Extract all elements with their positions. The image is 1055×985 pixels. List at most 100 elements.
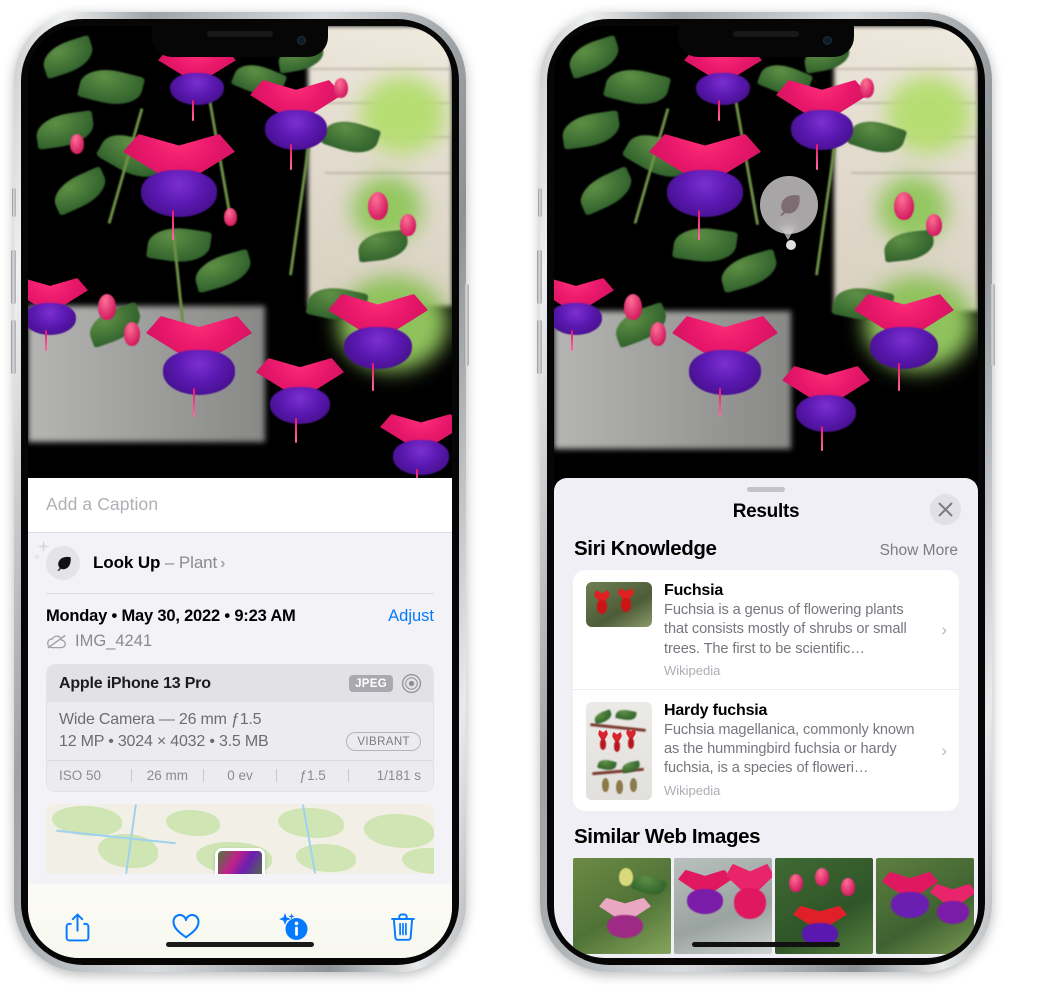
sparkle-icon bbox=[37, 540, 50, 553]
right-phone-device: Results Siri Knowledge Show More Fuchsia… bbox=[537, 12, 995, 972]
lens-info: Wide Camera — 26 mm ƒ1.5 bbox=[59, 711, 262, 728]
file-size-info: 12 MP • 3024 × 4032 • 3.5 MB bbox=[59, 732, 269, 750]
look-up-anchor-dot bbox=[786, 240, 796, 250]
leaf-icon bbox=[779, 195, 800, 216]
exif-row: ISO 50 26 mm 0 ev ƒ1.5 1/181 s bbox=[47, 760, 433, 791]
web-image-3[interactable] bbox=[775, 857, 873, 954]
visual-look-up-badge[interactable] bbox=[760, 176, 818, 234]
siri-knowledge-title: Siri Knowledge bbox=[574, 537, 717, 560]
front-camera-icon bbox=[297, 36, 306, 45]
web-image-2[interactable] bbox=[674, 857, 772, 954]
look-up-icon-wrap bbox=[33, 540, 80, 580]
exif-aperture: ƒ1.5 bbox=[299, 768, 326, 783]
similar-web-images-strip[interactable] bbox=[554, 857, 978, 954]
photo-fuchsia-flowers[interactable] bbox=[554, 26, 978, 486]
chevron-right-icon: › bbox=[941, 740, 947, 760]
metadata-body: Wide Camera — 26 mm ƒ1.5 12 MP • 3024 × … bbox=[47, 702, 433, 760]
share-button[interactable] bbox=[54, 907, 100, 947]
look-up-row[interactable]: Look Up – Plant › bbox=[28, 533, 452, 593]
volume-up-button[interactable] bbox=[537, 250, 542, 304]
mute-switch[interactable] bbox=[538, 188, 542, 217]
knowledge-card[interactable]: Fuchsia Fuchsia is a genus of flowering … bbox=[573, 570, 959, 689]
camera-aperture-icon bbox=[401, 673, 422, 694]
front-camera-icon bbox=[823, 36, 832, 45]
notch bbox=[678, 26, 854, 57]
knowledge-card-description: Fuchsia magellanica, commonly known as t… bbox=[664, 721, 915, 777]
close-button[interactable] bbox=[930, 494, 961, 525]
knowledge-card-title: Fuchsia bbox=[664, 582, 724, 599]
similar-web-images-header: Similar Web Images bbox=[554, 811, 978, 858]
knowledge-card-description: Fuchsia is a genus of flowering plants t… bbox=[664, 602, 907, 657]
earpiece-speaker bbox=[207, 31, 273, 37]
caption-input[interactable]: Add a Caption bbox=[46, 494, 434, 515]
info-button[interactable] bbox=[271, 907, 317, 947]
adjust-button[interactable]: Adjust bbox=[388, 607, 434, 626]
look-up-subject: Plant bbox=[178, 553, 218, 572]
photo-fuchsia-flowers[interactable] bbox=[28, 26, 452, 478]
volume-up-button[interactable] bbox=[11, 250, 16, 304]
home-indicator[interactable] bbox=[166, 942, 314, 947]
siri-knowledge-cards: Fuchsia Fuchsia is a genus of flowering … bbox=[573, 570, 959, 811]
knowledge-card-title: Hardy fuchsia bbox=[664, 701, 768, 719]
chevron-right-icon: › bbox=[941, 619, 947, 639]
photo-filename: IMG_4241 bbox=[75, 632, 153, 650]
right-phone-screen: Results Siri Knowledge Show More Fuchsia… bbox=[554, 26, 978, 958]
siri-knowledge-header: Siri Knowledge Show More bbox=[554, 537, 978, 570]
close-icon bbox=[938, 502, 953, 517]
chevron-right-icon: › bbox=[220, 555, 226, 572]
knowledge-card-source: Wikipedia bbox=[664, 662, 721, 678]
notch bbox=[152, 26, 328, 57]
visual-look-up-results-sheet: Results Siri Knowledge Show More Fuchsia… bbox=[554, 478, 978, 958]
home-indicator[interactable] bbox=[692, 942, 840, 947]
exif-exposure-value: 0 ev bbox=[227, 768, 253, 783]
exif-focal-length: 26 mm bbox=[146, 768, 189, 783]
knowledge-card-text: Hardy fuchsia Fuchsia magellanica, commo… bbox=[664, 702, 927, 798]
look-up-leaf-badge bbox=[46, 546, 80, 580]
screenshot-canvas: Add a Caption Look Up – Plant › Monday •… bbox=[0, 0, 1055, 985]
photographic-style-badge: VIBRANT bbox=[346, 732, 421, 751]
web-image-4[interactable] bbox=[876, 857, 974, 954]
web-image-1[interactable] bbox=[573, 857, 671, 954]
camera-metadata-card[interactable]: Apple iPhone 13 Pro JPEG Wide Camera — 2… bbox=[46, 664, 434, 792]
left-phone-screen: Add a Caption Look Up – Plant › Monday •… bbox=[28, 26, 452, 958]
leaf-icon bbox=[56, 556, 71, 571]
knowledge-thumbnail bbox=[586, 582, 652, 627]
look-up-label: Look Up – Plant › bbox=[93, 553, 225, 573]
volume-down-button[interactable] bbox=[537, 320, 542, 374]
flower bbox=[123, 134, 235, 241]
map-pin-thumbnail bbox=[218, 851, 262, 874]
location-map-thumbnail[interactable] bbox=[46, 804, 434, 874]
left-phone-device: Add a Caption Look Up – Plant › Monday •… bbox=[11, 12, 469, 972]
knowledge-card-text: Fuchsia Fuchsia is a genus of flowering … bbox=[664, 582, 927, 678]
sparkle-small-icon bbox=[33, 553, 41, 561]
caption-row[interactable]: Add a Caption bbox=[28, 478, 452, 533]
heart-icon bbox=[172, 914, 200, 939]
power-button[interactable] bbox=[464, 284, 469, 366]
volume-down-button[interactable] bbox=[11, 320, 16, 374]
results-header: Results bbox=[554, 492, 978, 537]
mute-switch[interactable] bbox=[12, 188, 16, 217]
icloud-slash-icon bbox=[47, 634, 66, 649]
camera-device-name: Apple iPhone 13 Pro bbox=[59, 674, 211, 692]
similar-web-images-title: Similar Web Images bbox=[574, 824, 761, 848]
power-button[interactable] bbox=[990, 284, 995, 366]
map-photo-pin[interactable] bbox=[215, 848, 265, 874]
knowledge-card-source: Wikipedia bbox=[664, 782, 721, 798]
show-more-button[interactable]: Show More bbox=[880, 542, 958, 560]
filename-row: IMG_4241 bbox=[28, 626, 452, 664]
photo-datetime: Monday • May 30, 2022 • 9:23 AM bbox=[46, 607, 296, 625]
metadata-header-badges: JPEG bbox=[349, 673, 422, 694]
knowledge-thumbnail bbox=[586, 701, 652, 800]
delete-button[interactable] bbox=[380, 907, 426, 947]
photo-info-sheet: Add a Caption Look Up – Plant › Monday •… bbox=[28, 478, 452, 958]
info-sparkle-icon bbox=[279, 913, 308, 940]
results-title: Results bbox=[732, 501, 800, 522]
exif-shutter-speed: 1/181 s bbox=[376, 768, 421, 783]
favorite-button[interactable] bbox=[163, 907, 209, 947]
knowledge-card[interactable]: Hardy fuchsia Fuchsia magellanica, commo… bbox=[573, 688, 959, 811]
metadata-header: Apple iPhone 13 Pro JPEG bbox=[47, 665, 433, 702]
look-up-title: Look Up bbox=[93, 553, 161, 572]
earpiece-speaker bbox=[733, 31, 799, 37]
share-icon bbox=[65, 913, 89, 941]
format-badge: JPEG bbox=[349, 675, 393, 692]
